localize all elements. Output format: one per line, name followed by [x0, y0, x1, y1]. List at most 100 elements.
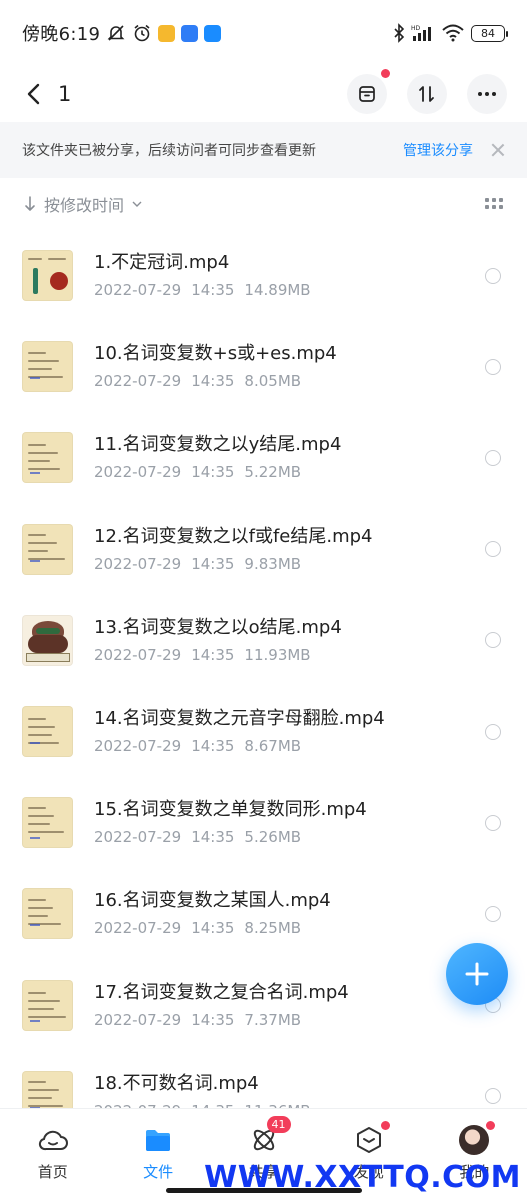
file-row[interactable]: 14.名词变复数之元音字母翻脸.mp4 2022-07-29 14:35 8.67MB: [0, 686, 527, 777]
file-meta: 2022-07-29 14:35 11.93MB: [94, 645, 477, 665]
file-date: 2022-07-29: [94, 919, 182, 938]
signal-icon: HD: [411, 25, 431, 41]
title-bar: 1: [0, 66, 527, 122]
file-meta: 2022-07-29 14:35 14.89MB: [94, 280, 477, 300]
mine-notify-dot: [486, 1121, 496, 1130]
file-info: 18.不可数名词.mp4 2022-07-2914:3511.36MB: [94, 1072, 477, 1108]
app-notify-icon-yellow: [158, 24, 176, 42]
more-button[interactable]: [467, 74, 507, 114]
more-icon: [478, 92, 496, 96]
file-time: 14:35: [191, 463, 235, 482]
select-radio[interactable]: [485, 267, 501, 284]
file-info: 1.不定冠词.mp4 2022-07-29 14:35 14.89MB: [94, 251, 477, 300]
file-size: 5.26MB: [244, 828, 302, 847]
grid-view-icon[interactable]: [485, 198, 503, 210]
file-meta: 2022-07-29 14:35 8.67MB: [94, 736, 477, 756]
file-size: 9.83MB: [244, 554, 302, 573]
select-radio[interactable]: [485, 723, 501, 740]
status-icons-right: HD 84: [393, 23, 508, 43]
chevron-down-icon[interactable]: [132, 201, 142, 207]
file-time: 14:35: [191, 281, 235, 300]
avatar: [459, 1125, 490, 1155]
file-row[interactable]: 16.名词变复数之某国人.mp4 2022-07-29 14:35 8.25MB: [0, 868, 527, 959]
file-info: 15.名词变复数之单复数同形.mp4 2022-07-29 14:35 5.26MB: [94, 798, 477, 847]
file-size: 7.37MB: [244, 1010, 302, 1029]
video-thumbnail: [22, 979, 73, 1031]
file-info: 11.名词变复数之以y结尾.mp4 2022-07-29 14:35 5.22MB: [94, 433, 477, 482]
select-radio[interactable]: [485, 1088, 501, 1105]
file-time: 14:35: [191, 919, 235, 938]
select-radio[interactable]: [485, 814, 501, 831]
file-time: 14:35: [191, 645, 235, 664]
file-size: 11.93MB: [244, 645, 311, 664]
sort-button[interactable]: [407, 74, 447, 114]
nav-home-label: 首页: [37, 1163, 68, 1181]
file-time: 14:35: [191, 554, 235, 573]
file-row[interactable]: 13.名词变复数之以o结尾.mp4 2022-07-29 14:35 11.93MB: [0, 595, 527, 686]
share-banner: 该文件夹已被分享，后续访问者可同步查看更新 管理该分享: [0, 122, 527, 178]
title-actions: [347, 69, 507, 114]
video-thumbnail: [22, 432, 73, 484]
nav-home[interactable]: 首页: [0, 1109, 105, 1200]
file-meta: 2022-07-29 14:35 8.25MB: [94, 918, 477, 938]
sort-dropdown[interactable]: 按修改时间: [44, 192, 124, 216]
file-row[interactable]: 10.名词变复数+s或+es.mp4 2022-07-29 14:35 8.05MB: [0, 321, 527, 412]
close-icon[interactable]: [491, 143, 505, 157]
file-meta: 2022-07-29 14:35 7.37MB: [94, 1010, 477, 1030]
file-info: 12.名词变复数之以f或fe结尾.mp4 2022-07-29 14:35 9.83M…: [94, 525, 477, 574]
file-date: 2022-07-29: [94, 1010, 182, 1029]
file-date: 2022-07-29: [94, 828, 182, 847]
alarm-icon: [134, 24, 150, 42]
file-row[interactable]: 1.不定冠词.mp4 2022-07-29 14:35 14.89MB: [0, 230, 527, 321]
share-banner-text: 该文件夹已被分享，后续访问者可同步查看更新: [22, 143, 316, 159]
file-name: 13.名词变复数之以o结尾.mp4: [94, 616, 342, 638]
file-row[interactable]: 11.名词变复数之以y结尾.mp4 2022-07-29 14:35 5.22MB: [0, 412, 527, 503]
network-label: HD: [411, 25, 421, 32]
archive-notify-dot: [381, 69, 390, 78]
select-radio[interactable]: [485, 541, 501, 558]
file-date: 2022-07-29: [94, 281, 182, 300]
status-time: 傍晚6:19: [22, 24, 101, 45]
select-radio[interactable]: [485, 632, 501, 649]
video-thumbnail: [22, 341, 73, 393]
file-row[interactable]: 12.名词变复数之以f或fe结尾.mp4 2022-07-29 14:35 9.83M…: [0, 504, 527, 595]
back-button[interactable]: [20, 76, 46, 112]
select-radio[interactable]: [485, 358, 501, 375]
file-name: 12.名词变复数之以f或fe结尾.mp4: [94, 525, 373, 547]
video-thumbnail: [22, 706, 73, 758]
file-name: 15.名词变复数之单复数同形.mp4: [94, 799, 367, 821]
file-info: 14.名词变复数之元音字母翻脸.mp4 2022-07-29 14:35 8.67MB: [94, 707, 477, 756]
file-size: 8.25MB: [244, 919, 302, 938]
file-row[interactable]: 18.不可数名词.mp4 2022-07-2914:3511.36MB: [0, 1051, 527, 1108]
nav-files[interactable]: 文件: [105, 1109, 210, 1200]
file-name: 17.名词变复数之复合名词.mp4: [94, 981, 349, 1003]
add-button[interactable]: [446, 943, 508, 1005]
file-time: 14:35: [191, 372, 235, 391]
status-bar: 傍晚6:19 HD 84: [0, 0, 527, 66]
file-date: 2022-07-29: [94, 737, 182, 756]
video-thumbnail: [22, 797, 73, 849]
select-radio[interactable]: [485, 905, 501, 922]
file-row[interactable]: 15.名词变复数之单复数同形.mp4 2022-07-29 14:35 5.26MB: [0, 777, 527, 868]
archive-button[interactable]: [347, 69, 390, 114]
sort-icon: [419, 86, 434, 102]
file-name: 18.不可数名词.mp4: [94, 1072, 259, 1094]
status-icons-left: [106, 23, 222, 43]
file-size: 8.67MB: [244, 737, 302, 756]
file-size: 5.22MB: [244, 463, 302, 482]
app-notify-icon-blue: [181, 24, 199, 42]
select-radio[interactable]: [485, 449, 501, 466]
share-atom-icon: 41: [249, 1116, 291, 1155]
sort-row: 按修改时间: [0, 178, 527, 230]
file-date: 2022-07-29: [94, 554, 182, 573]
video-thumbnail: [22, 250, 73, 302]
file-date: 2022-07-29: [94, 463, 182, 482]
file-name: 16.名词变复数之某国人.mp4: [94, 890, 331, 912]
manage-share-link[interactable]: 管理该分享: [403, 140, 473, 160]
file-date: 2022-07-29: [94, 372, 182, 391]
video-thumbnail: [22, 888, 73, 940]
wifi-icon: [442, 24, 464, 42]
plus-icon: [465, 962, 489, 986]
file-meta: 2022-07-2914:3511.36MB: [94, 1101, 477, 1108]
bluetooth-icon: [394, 23, 405, 43]
